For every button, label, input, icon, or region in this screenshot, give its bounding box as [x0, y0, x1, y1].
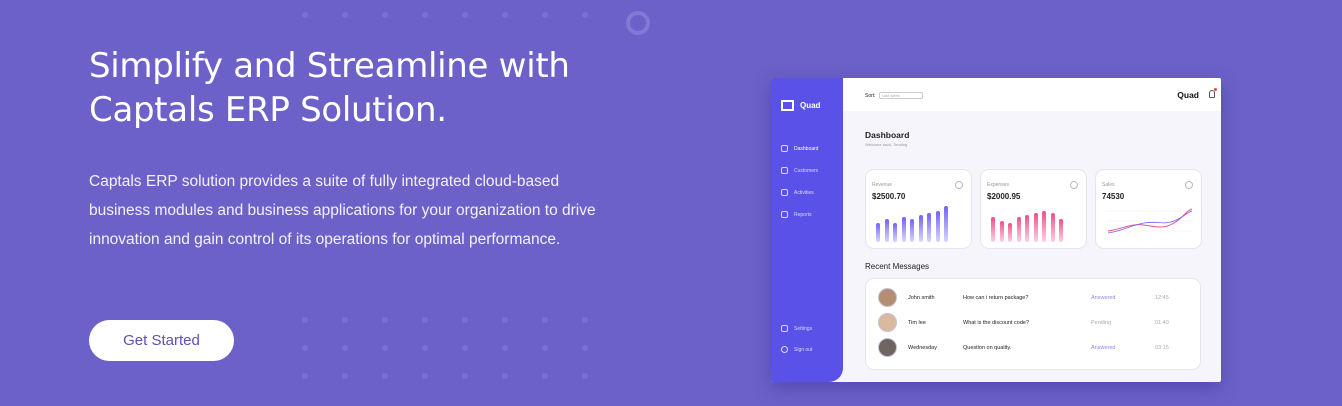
message-time: 01:40: [1155, 320, 1169, 326]
message-status: Answered: [1091, 345, 1116, 351]
message-text: Question on quality.: [963, 345, 1012, 351]
message-name: Wednesday: [908, 345, 937, 351]
mockup-card-expenses: Expenses $2000.95: [980, 169, 1087, 249]
activity-icon: [781, 189, 788, 196]
hero-title: Simplify and Streamline with Captals ERP…: [89, 46, 570, 130]
mockup-dashboard-title: Dashboard: [865, 130, 910, 140]
avatar: [878, 288, 897, 307]
mockup-nav-dashboard: Dashboard: [781, 145, 818, 152]
mockup-nav-label: Sign out: [794, 346, 813, 353]
mini-bar: [1008, 223, 1012, 242]
message-status: Pending: [1091, 320, 1112, 326]
mockup-nav-label: Reports: [794, 211, 812, 218]
card-label: Sales: [1102, 182, 1115, 188]
decorative-dots-bottom: [302, 317, 588, 379]
mini-bar: [999, 221, 1004, 242]
card-label: Expenses: [987, 182, 1009, 188]
message-time: 03:15: [1155, 345, 1169, 351]
mockup-topbar: Sort: Last week Quad: [843, 78, 1221, 111]
get-started-button[interactable]: Get Started: [89, 320, 234, 361]
avatar: [878, 313, 897, 332]
mockup-sort-label: Sort:: [865, 92, 876, 99]
mockup-nav-label: Settings: [794, 325, 813, 332]
mockup-brand: Quad: [781, 100, 820, 111]
message-name: John smith: [908, 295, 935, 301]
users-icon: [781, 167, 788, 174]
notification-dot: [1214, 88, 1217, 91]
message-name: Tim lee: [908, 320, 926, 326]
mini-bar: [876, 223, 880, 242]
dashboard-mockup: Quad Dashboard Customers Activities Repo…: [771, 78, 1221, 382]
avatar: [878, 338, 897, 357]
home-icon: [781, 145, 788, 152]
message-text: How can i return package?: [963, 295, 1029, 301]
mockup-top-brand: Quad: [1177, 90, 1199, 100]
card-action-icon: [955, 181, 963, 189]
mini-bar: [927, 212, 931, 242]
mockup-sort: Sort: Last week: [865, 92, 923, 99]
mini-bar: [1025, 214, 1029, 242]
card-action-icon: [1070, 181, 1078, 189]
report-icon: [781, 211, 788, 218]
mini-bar: [935, 210, 940, 242]
mockup-nav-settings: Settings: [781, 325, 812, 332]
mockup-brand-name: Quad: [800, 101, 821, 110]
mini-bar: [1033, 212, 1038, 242]
mockup-nav-reports: Reports: [781, 211, 812, 218]
mini-bar: [884, 218, 889, 242]
mockup-nav-label: Customers: [794, 167, 819, 174]
message-text: What is the discount code?: [963, 320, 1030, 326]
mockup-dashboard-subtitle: Welcome back, Tending: [865, 142, 908, 147]
mockup-nav-customers: Customers: [781, 167, 818, 174]
mockup-recent-messages: John smith How can i return package? Ans…: [865, 278, 1201, 370]
logo-icon: [781, 100, 794, 111]
mockup-nav-signout: Sign out: [781, 346, 812, 353]
mockup-nav-label: Dashboard: [794, 145, 819, 152]
gear-icon: [781, 325, 788, 332]
mini-bar: [893, 223, 897, 242]
revenue-bars: [876, 200, 956, 242]
expenses-bars: [991, 200, 1071, 242]
mockup-nav-label: Activities: [794, 189, 814, 196]
mini-bar: [1042, 210, 1046, 242]
message-status: Answered: [1091, 295, 1116, 301]
mini-bar: [910, 218, 914, 242]
mockup-nav-activities: Activities: [781, 189, 814, 196]
decorative-ring: [626, 11, 650, 35]
mini-bar: [991, 216, 995, 242]
signout-icon: [781, 346, 788, 353]
card-value: 74530: [1102, 192, 1125, 201]
mini-bar: [1050, 212, 1055, 242]
card-action-icon: [1185, 181, 1193, 189]
mockup-card-sales: Sales 74530: [1095, 169, 1202, 249]
mini-bar: [918, 214, 923, 242]
message-time: 12:45: [1155, 295, 1169, 301]
message-row: Tim lee What is the discount code? Pendi…: [878, 313, 1198, 333]
mini-bar: [1059, 218, 1063, 242]
mockup-recent-messages-title: Recent Messages: [865, 262, 930, 271]
mini-bar: [1016, 216, 1021, 242]
mini-bar: [901, 216, 906, 242]
mockup-card-revenue: Revenue $2500.70: [865, 169, 972, 249]
mini-bar: [944, 206, 948, 242]
message-row: Wednesday Question on quality. Answered …: [878, 338, 1198, 358]
message-row: John smith How can i return package? Ans…: [878, 288, 1198, 308]
mockup-sidebar: Quad Dashboard Customers Activities Repo…: [771, 78, 843, 382]
mockup-sort-select: Last week: [878, 92, 923, 99]
bell-icon: [1209, 90, 1215, 98]
sales-line-chart: [1106, 208, 1193, 234]
hero-description: Captals ERP solution provides a suite of…: [89, 173, 596, 248]
decorative-dots-top: [302, 12, 588, 18]
card-label: Revenue: [872, 182, 893, 188]
